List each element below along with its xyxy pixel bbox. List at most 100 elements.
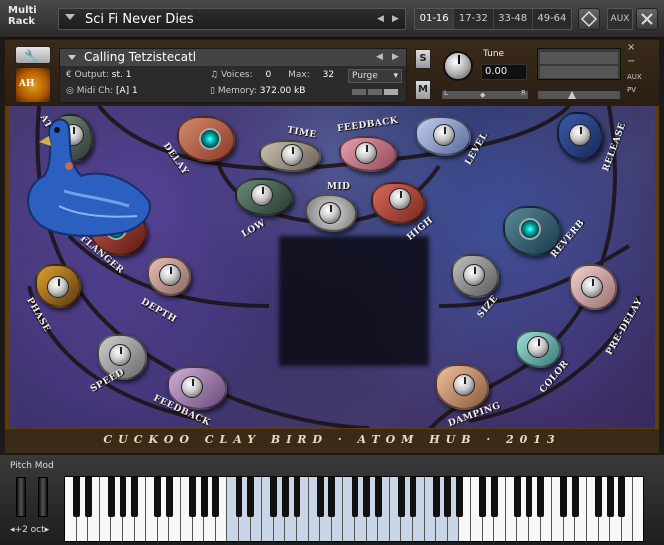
close-instrument-icon[interactable]: × [627, 43, 635, 53]
level-meter-right [540, 66, 618, 78]
black-key[interactable] [595, 477, 603, 517]
multi-rack-header: Multi Rack Sci Fi Never Dies ◀ ▶ 01-16 1… [0, 0, 664, 38]
rack-prev-icon[interactable]: ◀ [377, 14, 384, 24]
pv-side-button[interactable]: PV [627, 86, 636, 94]
purge-menu[interactable]: Purge ▾ [348, 69, 402, 83]
black-key[interactable] [293, 477, 301, 517]
voices-label: Voices: [220, 70, 253, 80]
feedback-bottom-knob[interactable] [181, 376, 203, 398]
release-knob[interactable] [569, 124, 591, 146]
black-key[interactable] [363, 477, 371, 517]
pitch-wheel[interactable] [16, 477, 26, 517]
tab-17-32[interactable]: 17-32 [454, 9, 494, 29]
minimize-instrument-icon[interactable]: − [627, 57, 635, 67]
instrument-next-icon[interactable]: ▶ [392, 52, 399, 62]
voices-icon: ♫ [210, 70, 219, 80]
piano-keyboard[interactable] [64, 476, 644, 542]
delay-switch[interactable] [199, 128, 221, 150]
output-info[interactable]: € Output: st. 1 [66, 70, 131, 81]
black-key[interactable] [571, 477, 579, 517]
tab-33-48[interactable]: 33-48 [494, 9, 533, 29]
black-key[interactable] [200, 477, 208, 517]
memory-icon: ▯ [210, 86, 215, 96]
black-key[interactable] [212, 477, 220, 517]
black-key[interactable] [131, 477, 139, 517]
output-icon: € [66, 70, 72, 80]
black-key[interactable] [560, 477, 568, 517]
rack-name-field[interactable]: Sci Fi Never Dies ◀ ▶ [58, 8, 406, 30]
rack-options-button[interactable] [578, 8, 600, 30]
black-key[interactable] [537, 477, 545, 517]
aux-side-button[interactable]: AUX [627, 73, 642, 81]
white-key[interactable] [633, 477, 643, 541]
black-key[interactable] [235, 477, 243, 517]
max-voices-value[interactable]: 32 [323, 70, 334, 80]
black-key[interactable] [444, 477, 452, 517]
edit-instrument-button[interactable]: 🔧 [15, 46, 51, 64]
black-key[interactable] [154, 477, 162, 517]
high-knob[interactable] [389, 188, 411, 210]
black-key[interactable] [455, 477, 463, 517]
black-key[interactable] [189, 477, 197, 517]
black-key[interactable] [409, 477, 417, 517]
black-key[interactable] [119, 477, 127, 517]
speed-knob[interactable] [109, 344, 131, 366]
black-key[interactable] [606, 477, 614, 517]
mute-button[interactable]: M [415, 80, 431, 100]
title-banner: CUCKOO CLAY BIRD · ATOM HUB · 2013 [5, 429, 659, 453]
instrument-prev-icon[interactable]: ◀ [376, 52, 383, 62]
tune-value[interactable]: 0.00 [481, 64, 527, 80]
level-knob[interactable] [433, 124, 455, 146]
pre-delay-knob[interactable] [581, 276, 603, 298]
instrument-name-row[interactable]: Calling Tetzistecatl ◀ ▶ [60, 49, 406, 66]
black-key[interactable] [432, 477, 440, 517]
instrument-dropdown-icon[interactable] [68, 55, 76, 60]
black-key[interactable] [73, 477, 81, 517]
black-key[interactable] [165, 477, 173, 517]
octave-shift[interactable]: ◂+2 oct▸ [10, 525, 49, 535]
rack-next-icon[interactable]: ▶ [392, 14, 399, 24]
black-key[interactable] [618, 477, 626, 517]
volume-slider[interactable] [537, 90, 621, 100]
tab-01-16[interactable]: 01-16 [415, 9, 455, 29]
color-knob[interactable] [527, 336, 549, 358]
instrument-panel: 🔧 AH Calling Tetzistecatl ◀ ▶ € Output: … [4, 39, 660, 453]
black-key[interactable] [351, 477, 359, 517]
black-key[interactable] [107, 477, 115, 517]
black-key[interactable] [281, 477, 289, 517]
black-key[interactable] [479, 477, 487, 517]
black-key[interactable] [316, 477, 324, 517]
tab-49-64[interactable]: 49-64 [533, 9, 571, 29]
feedback-top-knob[interactable] [355, 142, 377, 164]
octave-up-icon[interactable]: ▸ [45, 525, 50, 535]
mid-knob[interactable] [319, 202, 341, 224]
black-key[interactable] [513, 477, 521, 517]
rack-dropdown-icon[interactable] [65, 14, 75, 20]
close-rack-button[interactable] [636, 8, 658, 30]
low-knob[interactable] [251, 184, 273, 206]
depth-knob[interactable] [159, 264, 181, 286]
cpu-meter-1 [352, 89, 366, 95]
black-key[interactable] [84, 477, 92, 517]
aux-button[interactable]: AUX [607, 8, 633, 30]
time-knob[interactable] [281, 144, 303, 166]
tune-knob[interactable] [443, 51, 473, 81]
octave-label: +2 oct [14, 525, 45, 535]
black-key[interactable] [247, 477, 255, 517]
black-key[interactable] [490, 477, 498, 517]
black-key[interactable] [328, 477, 336, 517]
black-key[interactable] [397, 477, 405, 517]
reverb-switch[interactable] [519, 218, 541, 240]
phase-knob[interactable] [47, 276, 69, 298]
pitch-mod-label: Pitch Mod [10, 461, 54, 471]
pan-slider[interactable]: L ◆ R [441, 89, 529, 100]
midi-channel-info[interactable]: ◎ Midi Ch: [A] 1 [66, 86, 138, 97]
mid-label: MID [327, 182, 351, 192]
damping-knob[interactable] [453, 374, 475, 396]
solo-button[interactable]: S [415, 49, 431, 69]
black-key[interactable] [525, 477, 533, 517]
size-knob[interactable] [463, 264, 485, 286]
black-key[interactable] [270, 477, 278, 517]
black-key[interactable] [374, 477, 382, 517]
mod-wheel[interactable] [38, 477, 48, 517]
